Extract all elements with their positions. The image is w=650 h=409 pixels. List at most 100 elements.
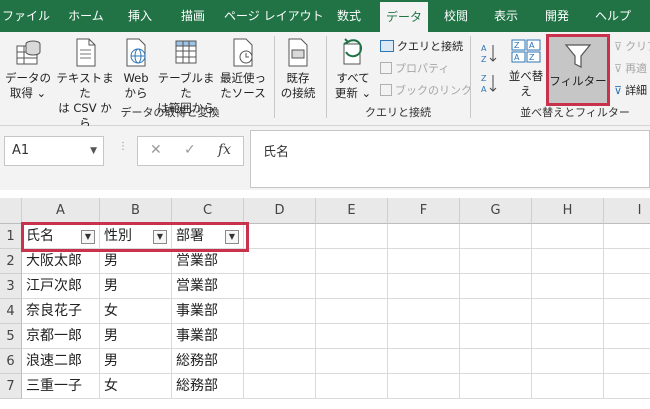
table-cell[interactable] <box>604 374 650 399</box>
table-cell[interactable]: 総務部 <box>172 349 244 374</box>
refresh-all-button[interactable]: すべて 更新 ⌄ <box>330 36 376 101</box>
table-cell[interactable]: 営業部 <box>172 249 244 274</box>
table-cell[interactable] <box>316 374 388 399</box>
table-cell[interactable] <box>460 274 532 299</box>
from-web-button[interactable]: Web から <box>116 36 156 101</box>
name-box[interactable]: A1 ▼ <box>4 136 104 166</box>
tab-data[interactable]: データ <box>380 2 428 32</box>
table-cell[interactable]: 江戸次郎 <box>22 274 100 299</box>
row-header[interactable]: 7 <box>0 374 22 399</box>
row-header[interactable]: 6 <box>0 349 22 374</box>
sort-ascending-button[interactable]: A Z <box>480 42 498 64</box>
get-data-button[interactable]: データの 取得 ⌄ <box>2 36 54 101</box>
row-header[interactable]: 2 <box>0 249 22 274</box>
header-cell[interactable] <box>388 224 460 249</box>
table-cell[interactable] <box>532 324 604 349</box>
chevron-down-icon[interactable]: ▼ <box>90 137 97 165</box>
table-cell[interactable]: 京都一郎 <box>22 324 100 349</box>
insert-function-icon[interactable]: fx <box>218 142 231 158</box>
table-cell[interactable] <box>388 249 460 274</box>
table-cell[interactable]: 総務部 <box>172 374 244 399</box>
table-cell[interactable]: 男 <box>100 274 172 299</box>
table-cell[interactable] <box>460 349 532 374</box>
table-cell[interactable]: 女 <box>100 299 172 324</box>
filter-button[interactable]: フィルター <box>546 34 610 106</box>
clear-filter-button[interactable]: ⊽ クリア <box>614 38 650 54</box>
table-cell[interactable]: 男 <box>100 249 172 274</box>
table-cell[interactable]: 浪速二郎 <box>22 349 100 374</box>
tab-page-layout[interactable]: ページ レイアウト <box>224 0 324 32</box>
table-cell[interactable] <box>604 324 650 349</box>
table-cell[interactable]: 男 <box>100 349 172 374</box>
recent-sources-button[interactable]: 最近使っ たソース <box>216 36 270 101</box>
table-cell[interactable] <box>316 299 388 324</box>
tab-view[interactable]: 表示 <box>484 0 528 32</box>
table-cell[interactable] <box>604 274 650 299</box>
table-cell[interactable] <box>460 324 532 349</box>
table-cell[interactable] <box>532 274 604 299</box>
table-cell[interactable] <box>604 299 650 324</box>
tab-review[interactable]: 校閲 <box>436 0 476 32</box>
select-all-corner[interactable] <box>0 198 22 224</box>
table-cell[interactable]: 事業部 <box>172 324 244 349</box>
table-cell[interactable] <box>532 374 604 399</box>
table-cell[interactable] <box>244 324 316 349</box>
tab-developer[interactable]: 開発 <box>536 0 578 32</box>
existing-connections-button[interactable]: 既存 の接続 <box>276 36 320 101</box>
table-cell[interactable] <box>316 274 388 299</box>
table-cell[interactable] <box>532 349 604 374</box>
table-cell[interactable] <box>604 349 650 374</box>
formula-input[interactable]: 氏名 <box>250 130 650 188</box>
table-cell[interactable] <box>316 349 388 374</box>
table-cell[interactable] <box>388 374 460 399</box>
table-cell[interactable] <box>460 374 532 399</box>
table-cell[interactable]: 三重一子 <box>22 374 100 399</box>
table-cell[interactable] <box>244 349 316 374</box>
enter-icon[interactable]: ✓ <box>184 142 196 158</box>
tab-draw[interactable]: 描画 <box>170 0 216 32</box>
row-header[interactable]: 4 <box>0 299 22 324</box>
reapply-button[interactable]: ⊽ 再適 <box>614 60 647 76</box>
table-cell[interactable]: 営業部 <box>172 274 244 299</box>
table-cell[interactable] <box>532 249 604 274</box>
table-cell[interactable] <box>604 249 650 274</box>
header-cell[interactable] <box>460 224 532 249</box>
table-cell[interactable]: 奈良花子 <box>22 299 100 324</box>
table-cell[interactable] <box>388 274 460 299</box>
table-cell[interactable]: 男 <box>100 324 172 349</box>
column-header-f[interactable]: F <box>388 198 460 224</box>
sort-button[interactable]: Z A A Z 並べ替え <box>504 36 548 99</box>
row-header[interactable]: 3 <box>0 274 22 299</box>
column-header-e[interactable]: E <box>316 198 388 224</box>
table-cell[interactable] <box>460 299 532 324</box>
table-cell[interactable] <box>460 249 532 274</box>
table-cell[interactable] <box>388 299 460 324</box>
edit-links-button[interactable]: ブックのリンク <box>380 82 472 98</box>
table-cell[interactable]: 事業部 <box>172 299 244 324</box>
table-cell[interactable] <box>316 324 388 349</box>
tab-home[interactable]: ホーム <box>60 0 112 32</box>
sort-descending-button[interactable]: Z A <box>480 72 498 94</box>
table-cell[interactable] <box>532 299 604 324</box>
column-header-h[interactable]: H <box>532 198 604 224</box>
tab-insert[interactable]: 挿入 <box>118 0 162 32</box>
table-cell[interactable]: 女 <box>100 374 172 399</box>
table-cell[interactable] <box>244 249 316 274</box>
column-header-b[interactable]: B <box>100 198 172 224</box>
table-cell[interactable] <box>316 249 388 274</box>
row-header[interactable]: 5 <box>0 324 22 349</box>
properties-button[interactable]: プロパティ <box>380 60 449 76</box>
column-header-c[interactable]: C <box>172 198 244 224</box>
table-cell[interactable] <box>244 374 316 399</box>
tab-formulas[interactable]: 数式 <box>326 0 372 32</box>
header-cell[interactable] <box>604 224 650 249</box>
column-header-d[interactable]: D <box>244 198 316 224</box>
header-cell[interactable] <box>532 224 604 249</box>
table-cell[interactable]: 大阪太郎 <box>22 249 100 274</box>
cancel-icon[interactable]: ✕ <box>150 142 162 158</box>
header-cell[interactable] <box>244 224 316 249</box>
column-header-a[interactable]: A <box>22 198 100 224</box>
table-cell[interactable] <box>244 274 316 299</box>
column-header-g[interactable]: G <box>460 198 532 224</box>
column-header-i[interactable]: I <box>604 198 650 224</box>
